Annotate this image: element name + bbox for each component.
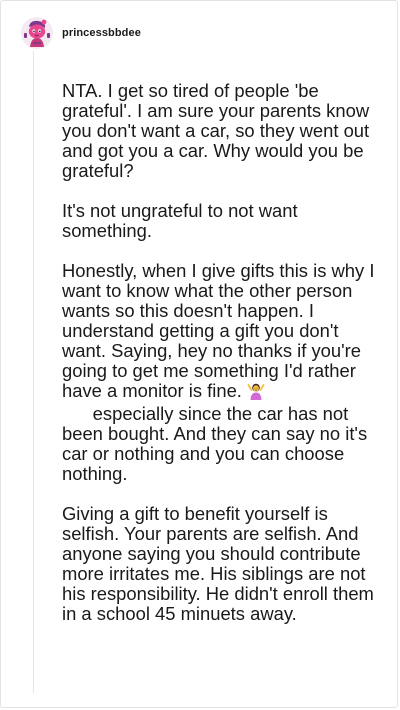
comment-text: Honestly, when I give gifts this is why … xyxy=(62,260,380,401)
comment-paragraph: NTA. I get so tired of people 'be gratef… xyxy=(62,80,375,181)
person-shrugging-emoji xyxy=(247,382,265,404)
username-link[interactable]: princessbbdee xyxy=(62,27,141,39)
thread-line[interactable] xyxy=(33,51,34,693)
pink-character-avatar-icon xyxy=(21,17,53,49)
comment-card: princessbbdee NTA. I get so tired of peo… xyxy=(0,0,398,708)
comment-paragraph: It's not ungrateful to not want somethin… xyxy=(62,200,303,241)
comment-paragraph: Giving a gift to benefit yourself is sel… xyxy=(62,503,379,624)
avatar[interactable] xyxy=(21,17,53,49)
comment-header: princessbbdee xyxy=(21,17,141,49)
comment-text: especially since the car has not been bo… xyxy=(62,403,373,484)
comment-body: NTA. I get so tired of people 'be gratef… xyxy=(62,81,382,624)
comment-paragraph: Honestly, when I give gifts this is why … xyxy=(62,261,382,484)
